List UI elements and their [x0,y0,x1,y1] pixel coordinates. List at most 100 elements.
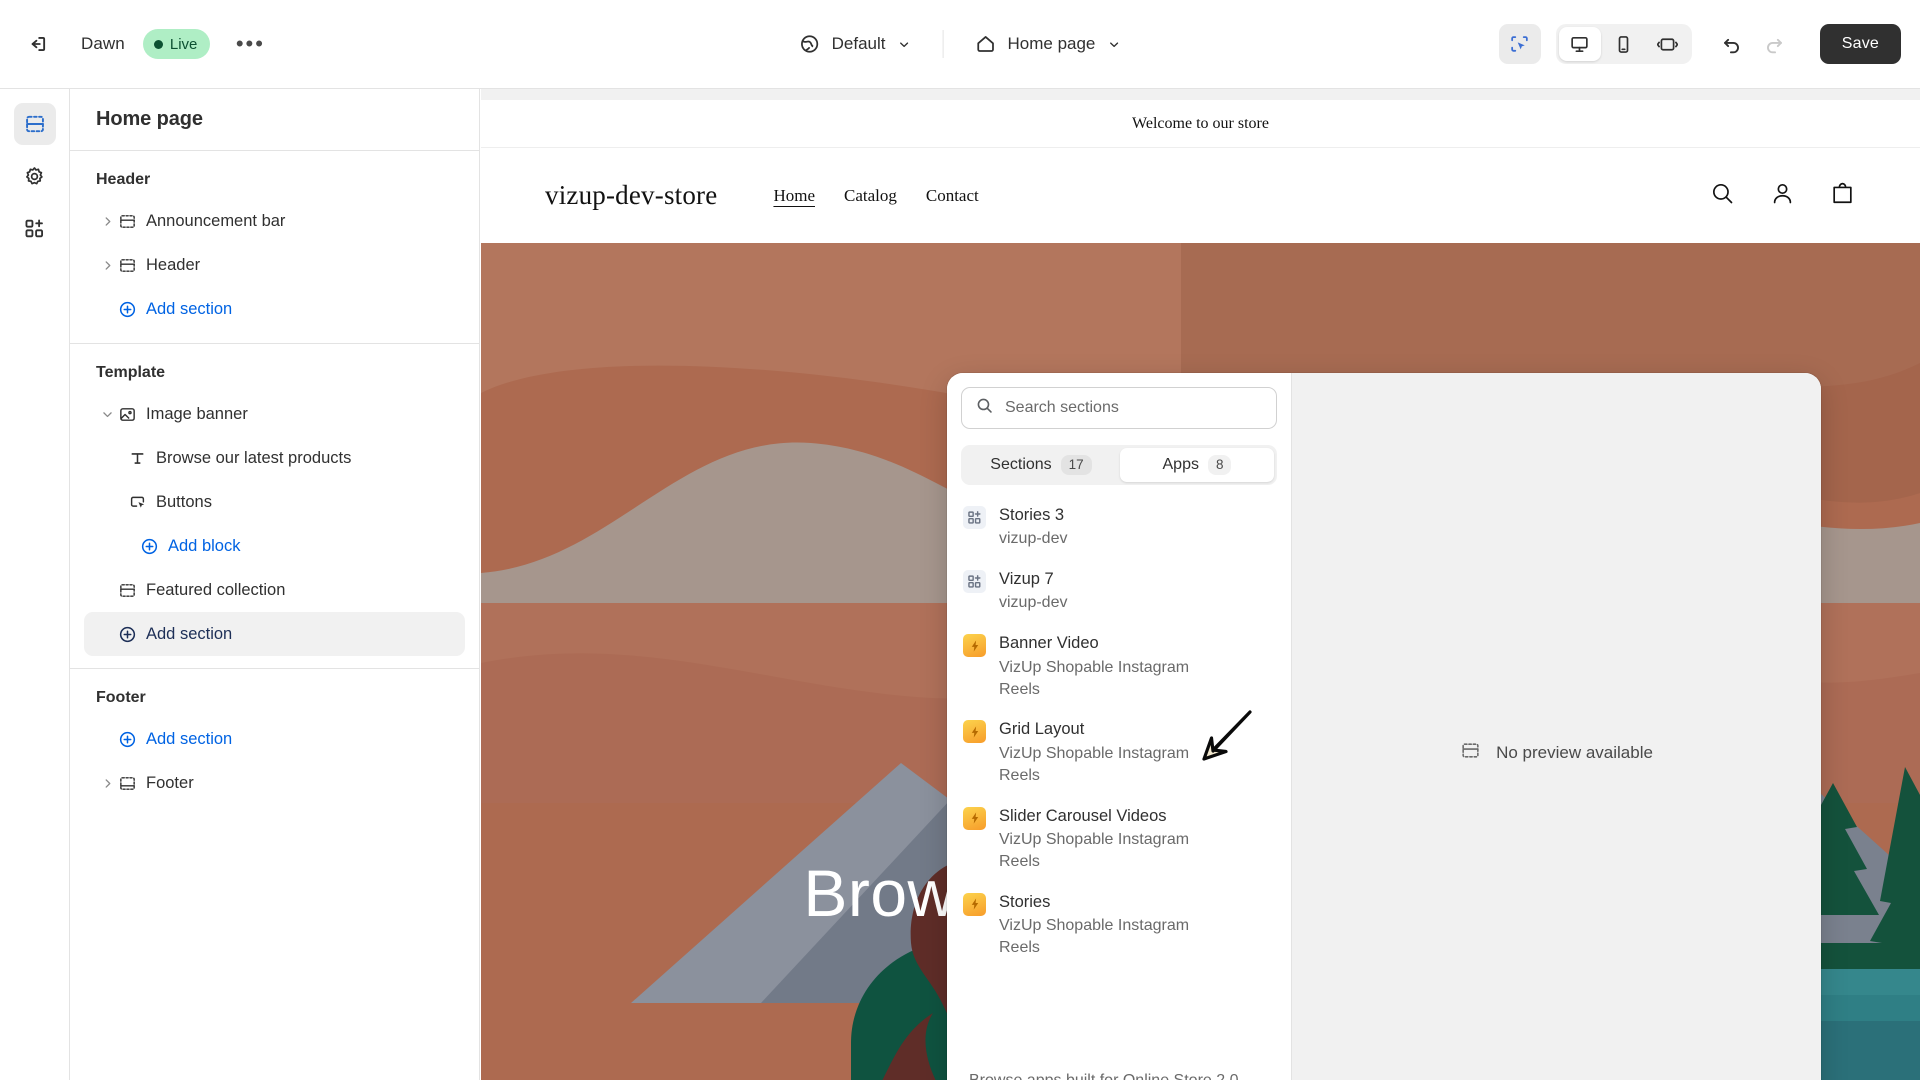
popover-footer: Browse apps built for Online Store 2.0 t… [947,1056,1291,1080]
tree-row-label: Featured collection [146,580,286,599]
section-icon [118,581,146,600]
tab-apps-count: 8 [1207,454,1232,476]
tab-apps[interactable]: Apps 8 [1120,448,1274,482]
home-icon [977,36,994,52]
tree-row-footer[interactable]: Footer [84,761,465,805]
search-field[interactable] [961,387,1277,429]
storefront-header: vizup-dev-store Home Catalog Contact [481,148,1920,243]
desktop-icon[interactable] [1558,27,1601,61]
nav-link-catalog[interactable]: Catalog [844,186,897,206]
redo-icon[interactable] [1754,24,1794,64]
page-selector-label: Home page [1007,34,1096,53]
tree-row-featured-collection[interactable]: Featured collection [84,568,465,612]
locale-label: Default [831,34,886,53]
plus-circle-icon [118,625,146,644]
tree-row-label: Announcement bar [146,211,286,230]
undo-redo-group [1712,24,1794,64]
sidebar-item-theme-settings[interactable] [14,155,56,197]
tree-row-label: Add section [146,299,233,318]
tree-row[interactable]: Header [84,243,465,287]
popover-left-column: Sections 17 Apps 8 [947,373,1292,1080]
no-preview-message: No preview available [1460,740,1653,766]
section-icon [118,212,146,231]
sidebar-item-apps[interactable] [14,207,56,249]
save-button[interactable]: Save [1819,24,1901,64]
list-item-sub: vizup-dev [999,594,1068,612]
cart-icon[interactable] [1829,180,1856,212]
add-block-button[interactable]: Add block [84,524,465,568]
tree-row-block[interactable]: Browse our latest products [84,436,465,480]
popover-footer-text: Browse apps built for Online Store 2.0 t… [969,1072,1238,1080]
page-selector[interactable]: Home page [961,23,1134,65]
undo-icon[interactable] [1712,24,1752,64]
nav-link-contact[interactable]: Contact [926,186,979,206]
tab-sections[interactable]: Sections 17 [964,448,1118,482]
top-bar-right: Save [1498,24,1901,64]
tree-row-label: Add block [168,536,241,555]
search-icon[interactable] [1709,180,1736,212]
list-item-text: Banner Video VizUp Shopable Instagram Re… [999,632,1231,700]
status-badge: Live [142,29,211,59]
full-width-icon[interactable] [1647,27,1689,61]
add-section-button[interactable]: Add section [84,287,465,331]
sidebar-group-footer: Footer Add section Footer [70,669,479,817]
storefront-actions [1709,180,1856,212]
theme-preview-area: Welcome to our store vizup-dev-store Hom… [481,89,1920,1080]
tree-row[interactable]: Announcement bar [84,199,465,243]
list-item[interactable]: Stories VizUp Shopable Instagram Reels [947,882,1291,968]
sections-sidebar: Home page Header Announcement bar Header… [70,89,480,1080]
list-item-name: Banner Video [999,634,1099,653]
app-blocks-icon [963,570,986,594]
group-title: Template [96,364,166,381]
bolt-app-icon [963,892,986,916]
group-title: Header [96,171,151,188]
list-item[interactable]: Stories 3 vizup-dev [947,495,1291,559]
add-section-button[interactable]: Add section [84,717,465,761]
locale-selector[interactable]: Default [786,23,925,65]
chevron-right-icon[interactable] [96,215,118,228]
list-item-name: Stories 3 [999,506,1065,524]
mobile-icon[interactable] [1603,27,1645,61]
sidebar-header: Home page [70,89,479,151]
list-item-sub: VizUp Shopable Instagram Reels [999,744,1190,784]
account-icon[interactable] [1769,180,1796,212]
chevron-right-icon[interactable] [96,777,118,790]
add-section-button-selected[interactable]: Add section [84,612,465,656]
sidebar-group-template: Template Image banner Browse our latest … [70,344,479,669]
group-title: Footer [96,689,146,706]
popover-preview-pane: No preview available [1292,373,1821,1080]
tree-row-label: Buttons [156,492,212,511]
list-item[interactable]: Vizup 7 vizup-dev [947,559,1291,623]
tab-sections-label: Sections [990,456,1052,473]
nav-link-home[interactable]: Home [773,186,815,206]
search-input[interactable] [1005,399,1263,417]
tab-apps-label: Apps [1162,456,1199,473]
exit-icon[interactable] [17,24,57,64]
list-item-sub: VizUp Shopable Instagram Reels [999,830,1190,870]
popover-tabs: Sections 17 Apps 8 [961,445,1277,485]
list-item-text: Stories 3 vizup-dev [999,504,1067,550]
tree-row-image-banner[interactable]: Image banner [84,392,465,436]
chevron-down-icon[interactable] [96,408,118,421]
left-rail [0,89,70,1080]
list-item[interactable]: Banner Video VizUp Shopable Instagram Re… [947,623,1291,709]
tree-row-label: Header [146,255,201,274]
app-section-list: Stories 3 vizup-dev Vizup 7 vizup-dev Ba… [947,485,1291,1056]
list-item[interactable]: Slider Carousel Videos VizUp Shopable In… [947,796,1291,882]
live-dot-icon [153,39,163,49]
more-options-button[interactable]: ••• [230,24,270,64]
list-item-sub: vizup-dev [999,530,1068,548]
list-item-text: Stories VizUp Shopable Instagram Reels [999,891,1231,959]
chevron-right-icon[interactable] [96,259,118,272]
tree-row-label: Browse our latest products [156,448,352,467]
list-item-text: Grid Layout VizUp Shopable Instagram Ree… [999,718,1231,786]
plus-circle-icon [140,537,168,556]
select-tool-icon[interactable] [1498,24,1541,64]
list-item[interactable]: Grid Layout VizUp Shopable Instagram Ree… [947,709,1291,795]
list-item-text: Slider Carousel Videos VizUp Shopable In… [999,805,1231,873]
list-item-name: Vizup 7 [999,570,1054,589]
top-bar-left: Dawn Live ••• [0,24,270,64]
sidebar-item-sections[interactable] [13,103,56,145]
add-section-popover: Sections 17 Apps 8 [947,373,1821,1080]
tree-row-block[interactable]: Buttons [84,480,465,524]
